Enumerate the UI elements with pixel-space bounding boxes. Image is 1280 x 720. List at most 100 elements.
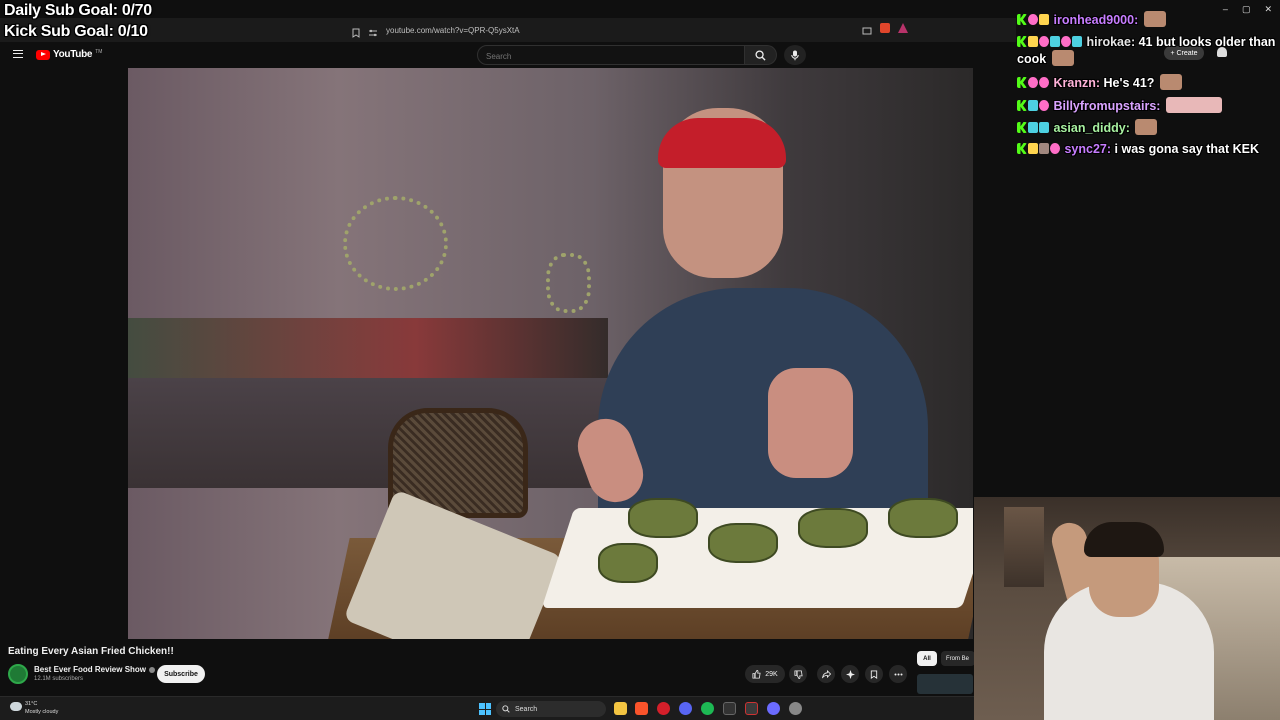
url-field[interactable]: youtube.com/watch?v=QPR-Q5ysXtA [352, 21, 912, 39]
search-icon [502, 705, 510, 713]
brave-rewards-icon[interactable] [898, 23, 908, 33]
youtube-header: YouTube TM [0, 42, 1016, 68]
obs-icon[interactable] [745, 702, 758, 715]
taskbar-search-label: Search [515, 705, 538, 713]
taskbar-search[interactable]: Search [496, 701, 606, 717]
chat-emote [1051, 50, 1074, 66]
search-box [477, 45, 745, 66]
thumbs-down-icon [793, 669, 803, 679]
chat-message: Kranzn: He's 41? [1017, 74, 1279, 91]
chat-username: Billyfromupstairs: [1053, 99, 1161, 113]
brave-shield-icon[interactable] [880, 23, 890, 33]
chip-from-channel[interactable]: From Be [941, 651, 975, 666]
chat-emote [1159, 74, 1182, 90]
save-button[interactable] [865, 665, 883, 683]
red-bandana [658, 118, 786, 168]
chat-username: sync27: [1064, 142, 1112, 156]
chat-message: Billyfromupstairs: [1017, 97, 1279, 114]
lamp [1004, 507, 1044, 587]
badge-icon [1039, 36, 1049, 47]
spotify-icon[interactable] [701, 702, 714, 715]
youtube-logo[interactable]: YouTube TM [36, 49, 102, 60]
thumbs-up-icon [752, 669, 761, 679]
more-icon [894, 673, 902, 675]
share-button[interactable] [817, 665, 835, 683]
terminal-icon[interactable] [723, 702, 736, 715]
site-settings-icon[interactable] [368, 25, 378, 37]
badge-icon [1050, 36, 1060, 47]
kick-sub-goal: Kick Sub Goal: 0/10 [4, 23, 148, 40]
verified-icon [149, 666, 156, 673]
pandan-chicken [888, 498, 958, 538]
wall-ornament [546, 253, 591, 313]
daily-sub-goal: Daily Sub Goal: 0/70 [4, 2, 152, 19]
search-input[interactable] [478, 47, 744, 66]
youtube-logo-tm: TM [95, 48, 103, 55]
streamer-hair [1084, 522, 1164, 557]
ask-ai-button[interactable] [841, 665, 859, 683]
badge-icon [1039, 143, 1049, 154]
menu-icon[interactable] [13, 50, 23, 58]
badge-icon [1028, 36, 1038, 47]
browser-address-bar: youtube.com/watch?v=QPR-Q5ysXtA [0, 18, 1016, 42]
pandan-chicken [708, 523, 778, 563]
channel-avatar[interactable] [8, 664, 28, 684]
windows-start-icon[interactable] [479, 703, 491, 715]
brave-browser-icon[interactable] [635, 702, 648, 715]
wall-ornament [343, 196, 448, 291]
video-player[interactable] [128, 68, 973, 639]
video-title: Eating Every Asian Fried Chicken!! [8, 646, 174, 657]
like-button[interactable]: 29K [745, 665, 785, 683]
chat-text: i was gona say that KEK [1114, 142, 1260, 156]
kick-badge-icon [1017, 100, 1027, 111]
kick-badge-icon [1017, 122, 1027, 133]
taskbar: 31°C Mostly cloudy Search [0, 696, 1016, 720]
discord-icon[interactable] [679, 702, 692, 715]
weather-description: Mostly cloudy [25, 709, 59, 715]
chat-username: Kranzn: [1053, 76, 1101, 90]
recommended-thumbnail[interactable] [917, 674, 973, 694]
cloud-icon[interactable] [10, 702, 22, 711]
kick-badge-icon [1017, 36, 1027, 47]
chat-username: asian_diddy: [1053, 121, 1130, 135]
badge-icon [1061, 36, 1071, 47]
badge-icon [1072, 36, 1082, 47]
pandan-chicken [798, 508, 868, 548]
kick-badge-icon [1017, 14, 1027, 25]
kick-badge-icon [1017, 77, 1027, 88]
subscribe-button[interactable]: Subscribe [157, 665, 205, 683]
chat-username: hirokae: [1086, 35, 1136, 49]
badge-icon [1039, 14, 1049, 25]
bookmark-icon [870, 669, 878, 679]
host-hand [768, 368, 853, 478]
dislike-button[interactable] [789, 665, 807, 683]
sparkle-icon [845, 669, 855, 679]
chat-message: ironhead9000: [1017, 11, 1279, 28]
more-actions-button[interactable] [889, 665, 907, 683]
weather-temperature: 31°C [25, 701, 38, 707]
badge-icon [1050, 143, 1060, 154]
file-explorer-icon[interactable] [614, 702, 627, 715]
like-count: 29K [765, 670, 778, 678]
chat-message: hirokae: 41 but looks older than cook [1017, 35, 1279, 67]
wall-shelf [128, 318, 608, 378]
badge-icon [1028, 77, 1038, 88]
badge-icon [1039, 77, 1049, 88]
pandan-chicken [598, 543, 658, 583]
chip-all[interactable]: All [917, 651, 937, 666]
kick-badge-icon [1017, 143, 1027, 154]
cast-icon[interactable] [862, 23, 872, 35]
youtube-play-icon [36, 49, 50, 60]
share-icon [821, 669, 831, 678]
youtube-logo-text: YouTube [53, 49, 93, 60]
chat-emote [1135, 119, 1158, 135]
search-button[interactable] [745, 45, 777, 65]
badge-icon [1028, 122, 1038, 133]
app-icon[interactable] [767, 702, 780, 715]
settings-icon[interactable] [789, 702, 802, 715]
badge-icon [1039, 122, 1049, 133]
bookmark-icon[interactable] [352, 25, 362, 38]
channel-name[interactable]: Best Ever Food Review Show [34, 665, 156, 674]
voice-search-button[interactable] [784, 45, 806, 65]
opera-icon[interactable] [657, 702, 670, 715]
